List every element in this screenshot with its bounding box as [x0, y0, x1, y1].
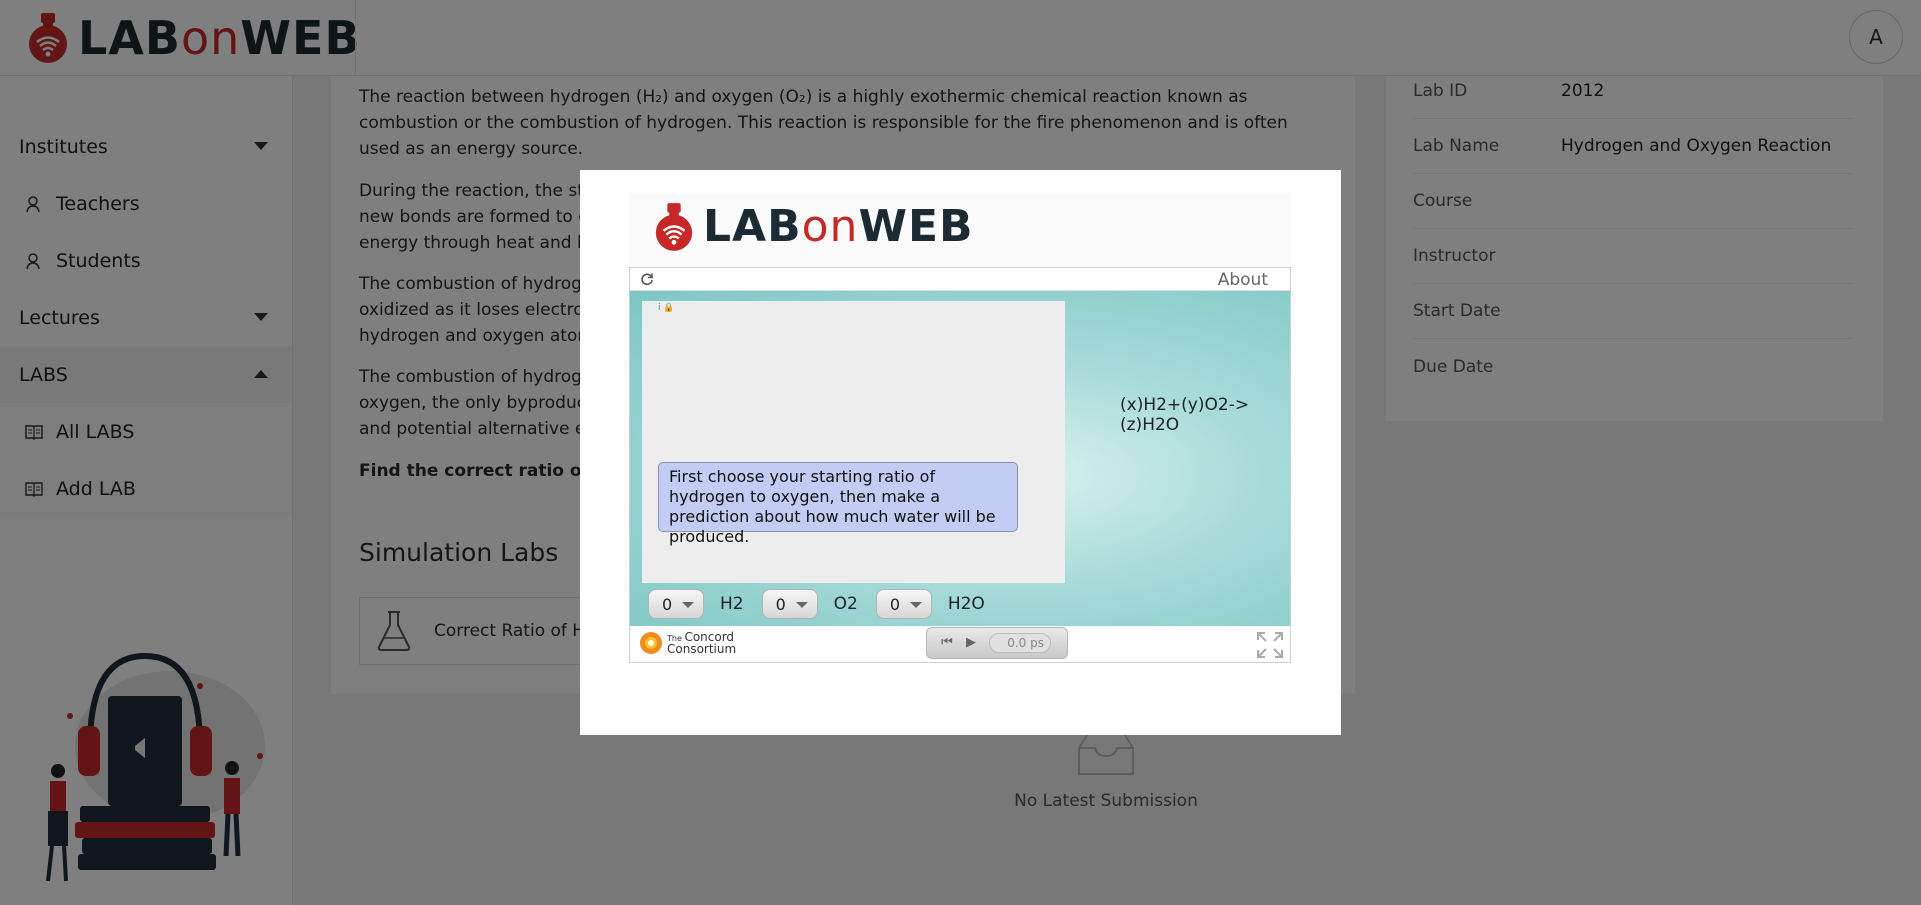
about-link[interactable]: About [1218, 270, 1268, 290]
h2o-quantity-select[interactable]: 0 [875, 589, 932, 619]
select-value: 0 [775, 594, 786, 614]
chevron-down-icon [682, 602, 694, 608]
h2-label: H2 [720, 594, 744, 614]
modal-brand-logo: LABonWEB [653, 201, 974, 252]
reload-icon[interactable] [640, 272, 654, 286]
simulation-canvas: ⅰ 🔒 First choose your starting ratio of … [630, 291, 1290, 626]
concord-text: The Concord Consortium [667, 630, 737, 656]
concord-consortium-logo[interactable]: The Concord Consortium [638, 630, 736, 656]
o2-label: O2 [833, 594, 858, 614]
select-value: 0 [662, 594, 673, 614]
rewind-icon[interactable]: ⏮ [937, 633, 957, 653]
chevron-down-icon [909, 602, 922, 608]
simulation-frame: LABonWEB About ⅰ 🔒 First choose your sta… [629, 193, 1291, 663]
logo-text: LABonWEB [703, 201, 974, 252]
time-display: 0.0 ps [989, 633, 1051, 653]
simulation-footer: The Concord Consortium ⏮ ▶ 0.0 ps [630, 626, 1290, 662]
simulation-app: About ⅰ 🔒 First choose your starting rat… [629, 267, 1291, 663]
select-value: 0 [889, 594, 900, 614]
play-icon[interactable]: ▶ [961, 633, 981, 653]
reaction-equation: (x)H2+(y)O2->(z)H2O [1120, 395, 1250, 435]
lock-icon[interactable]: ⅰ 🔒 [658, 303, 675, 313]
chevron-down-icon [795, 602, 808, 608]
flask-logo-icon [655, 202, 693, 251]
h2-quantity-select[interactable]: 0 [648, 589, 704, 619]
sun-logo-icon [640, 632, 662, 654]
simulation-modal: LABonWEB About ⅰ 🔒 First choose your sta… [580, 170, 1341, 735]
o2-quantity-select[interactable]: 0 [761, 589, 818, 619]
h2o-label: H2O [947, 594, 985, 614]
instruction-prompt: First choose your starting ratio of hydr… [658, 462, 1018, 546]
ratio-controls: 0 H2 0 O2 0 H2O [648, 589, 1003, 619]
fullscreen-icon[interactable] [1256, 631, 1284, 659]
simulation-toolbar: About [630, 268, 1290, 291]
reaction-container[interactable]: ⅰ 🔒 First choose your starting ratio of … [642, 301, 1065, 583]
playback-controls: ⏮ ▶ 0.0 ps [926, 627, 1068, 659]
